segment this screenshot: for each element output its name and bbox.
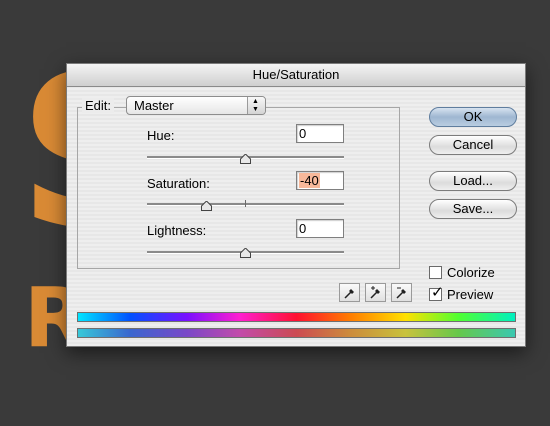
preview-label: Preview	[447, 287, 494, 302]
lightness-input[interactable]: 0	[296, 219, 344, 238]
eyedropper-minus-icon	[396, 287, 406, 299]
eyedropper-plus-icon	[370, 286, 380, 299]
colorize-checkbox-box[interactable]	[429, 266, 442, 279]
hue-value: 0	[299, 126, 307, 141]
saturation-input[interactable]: -40	[296, 171, 344, 190]
hue-input[interactable]: 0	[296, 124, 344, 143]
edit-channel-select[interactable]: Master ▲ ▼	[126, 96, 266, 115]
colorize-label: Colorize	[447, 265, 495, 280]
saturation-center-tick	[245, 200, 246, 207]
edit-label: Edit:	[82, 98, 115, 113]
lightness-label: Lightness:	[147, 223, 207, 238]
output-color-spectrum-bar	[77, 328, 516, 338]
adjustment-group-box	[77, 107, 400, 269]
preview-checkbox-box[interactable]: ✓	[429, 284, 444, 301]
lightness-slider-thumb[interactable]	[240, 245, 251, 258]
input-color-spectrum-bar	[77, 312, 516, 322]
save-button[interactable]: Save...	[429, 199, 517, 219]
saturation-value: -40	[299, 173, 320, 188]
chevron-updown-icon: ▲ ▼	[247, 97, 265, 114]
checkmark-icon: ✓	[431, 284, 444, 301]
hue-saturation-dialog: Hue/Saturation Edit: Master ▲ ▼ Hue: 0 S…	[66, 63, 526, 347]
ok-button[interactable]: OK	[429, 107, 517, 127]
saturation-label: Saturation:	[147, 176, 210, 191]
eyedropper-button[interactable]	[339, 283, 360, 302]
lightness-value: 0	[299, 221, 307, 236]
eyedropper-plus-button[interactable]	[365, 283, 386, 302]
hue-slider-thumb[interactable]	[240, 151, 251, 164]
edit-channel-value: Master	[134, 98, 174, 113]
dialog-titlebar[interactable]: Hue/Saturation	[67, 64, 525, 87]
hue-label: Hue:	[147, 128, 175, 143]
eyedropper-icon	[344, 289, 354, 299]
load-button[interactable]: Load...	[429, 171, 517, 191]
saturation-slider-thumb[interactable]	[200, 198, 212, 211]
eyedropper-minus-button[interactable]	[391, 283, 412, 302]
dialog-title: Hue/Saturation	[252, 67, 340, 82]
cancel-button[interactable]: Cancel	[429, 135, 517, 155]
